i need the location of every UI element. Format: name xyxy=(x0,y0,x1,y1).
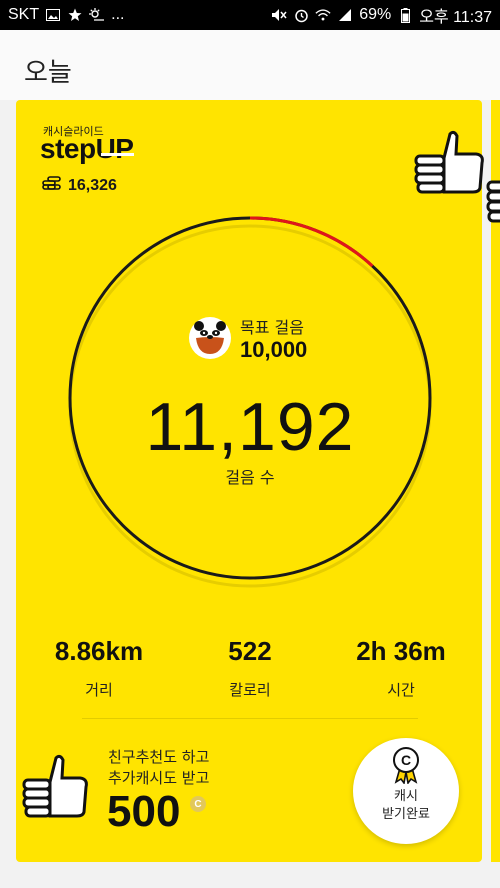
logo-underline xyxy=(101,153,134,156)
claim-button-label-2: 받기완료 xyxy=(382,807,430,822)
time-value: 2h 36m xyxy=(356,636,446,666)
more-notifications: ... xyxy=(111,6,125,23)
app-header xyxy=(0,30,500,100)
promo-text-line2[interactable]: 추가캐시도 받고 xyxy=(108,767,209,788)
svg-text:C: C xyxy=(401,752,411,768)
claim-button-label-1: 캐시 xyxy=(394,789,418,804)
panda-avatar-icon xyxy=(188,316,232,364)
stat-time: 2h 36m 시간 xyxy=(321,636,481,700)
stepup-logo: stepUP xyxy=(40,133,134,164)
calories-label: 칼로리 xyxy=(229,681,271,699)
status-bar: SKT ... 69% 오후 11:37 xyxy=(0,0,500,30)
stat-calories: 522 칼로리 xyxy=(170,636,330,700)
battery-icon xyxy=(397,7,413,23)
step-count-label: 걸음 수 xyxy=(225,468,275,487)
time-label: 시간 xyxy=(387,681,415,699)
coin-icon: C xyxy=(190,796,206,812)
divider xyxy=(82,718,418,719)
thumbs-up-icon xyxy=(410,128,490,202)
coin-balance-value: 16,326 xyxy=(68,177,117,194)
thumbs-up-icon xyxy=(20,754,92,826)
battery-percent: 69% xyxy=(359,6,392,23)
signal-icon xyxy=(337,7,353,23)
carrier-label: SKT xyxy=(8,6,40,23)
goal-value: 10,000 xyxy=(240,337,308,362)
star-icon xyxy=(67,7,83,23)
wifi-icon xyxy=(315,7,331,23)
distance-label: 거리 xyxy=(85,681,113,699)
page-title: 오늘 xyxy=(24,58,72,88)
claim-cash-button[interactable]: C 캐시 받기완료 xyxy=(353,738,459,844)
coin-balance: 16,326 xyxy=(42,176,117,196)
promo-text-line1[interactable]: 친구추천도 하고 xyxy=(108,746,209,767)
calories-value: 522 xyxy=(228,636,272,666)
medal-icon: C xyxy=(391,746,421,788)
goal-label: 목표 걸음 xyxy=(240,318,304,337)
mute-icon xyxy=(271,7,287,23)
distance-value: 8.86km xyxy=(54,636,144,666)
image-icon xyxy=(45,7,61,23)
step-count: 11,192 xyxy=(145,389,355,465)
clock: 오후 11:37 xyxy=(419,9,492,26)
weather-icon xyxy=(89,7,105,23)
promo-amount[interactable]: 500 xyxy=(107,787,180,837)
coin-stack-icon xyxy=(42,176,62,196)
alarm-icon xyxy=(293,7,309,23)
stat-distance: 8.86km 거리 xyxy=(19,636,179,700)
next-card-thumb-icon xyxy=(486,180,500,230)
